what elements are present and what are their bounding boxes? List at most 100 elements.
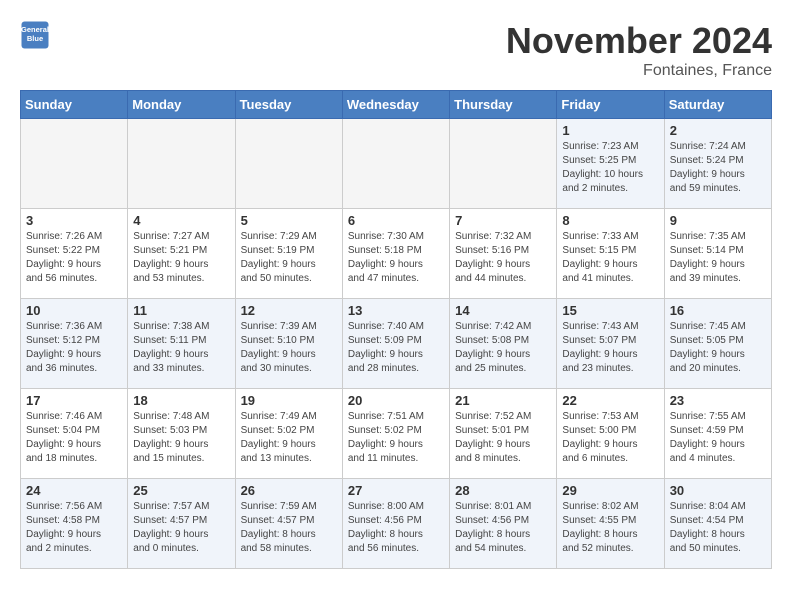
title-block: November 2024 Fontaines, France [506,20,772,80]
day-info: Sunrise: 7:29 AM Sunset: 5:19 PM Dayligh… [241,230,337,286]
day-info: Sunrise: 7:23 AM Sunset: 5:25 PM Dayligh… [562,140,658,196]
svg-text:General: General [21,25,49,34]
day-number: 29 [562,483,658,498]
calendar-cell [128,119,235,209]
logo-icon: General Blue [20,20,50,50]
day-number: 3 [26,213,122,228]
day-info: Sunrise: 7:55 AM Sunset: 4:59 PM Dayligh… [670,410,766,466]
calendar-cell: 11Sunrise: 7:38 AM Sunset: 5:11 PM Dayli… [128,299,235,389]
page-header: General Blue November 2024 Fontaines, Fr… [20,20,772,80]
calendar-cell: 10Sunrise: 7:36 AM Sunset: 5:12 PM Dayli… [21,299,128,389]
calendar-cell [450,119,557,209]
day-number: 1 [562,123,658,138]
calendar-cell: 2 Sunrise: 7:24 AM Sunset: 5:24 PM Daylig… [664,119,771,209]
day-info: Sunrise: 7:26 AM Sunset: 5:22 PM Dayligh… [26,230,122,286]
calendar-week-row: 3 Sunrise: 7:26 AM Sunset: 5:22 PM Daylig… [21,209,772,299]
day-number: 13 [348,303,444,318]
calendar-cell: 15 Sunrise: 7:43 AM Sunset: 5:07 PM Dayli… [557,299,664,389]
calendar-cell: 7 Sunrise: 7:32 AM Sunset: 5:16 PM Daylig… [450,209,557,299]
day-header: Friday [557,91,664,119]
calendar-cell: 28Sunrise: 8:01 AM Sunset: 4:56 PM Dayli… [450,479,557,569]
calendar-cell [21,119,128,209]
calendar-cell: 30Sunrise: 8:04 AM Sunset: 4:54 PM Dayli… [664,479,771,569]
day-number: 27 [348,483,444,498]
calendar-cell: 27Sunrise: 8:00 AM Sunset: 4:56 PM Dayli… [342,479,449,569]
calendar-cell: 5 Sunrise: 7:29 AM Sunset: 5:19 PM Daylig… [235,209,342,299]
day-info: Sunrise: 7:53 AM Sunset: 5:00 PM Dayligh… [562,410,658,466]
day-number: 10 [26,303,122,318]
day-info: Sunrise: 7:27 AM Sunset: 5:21 PM Dayligh… [133,230,229,286]
calendar-cell: 25 Sunrise: 7:57 AM Sunset: 4:57 PM Dayli… [128,479,235,569]
day-info: Sunrise: 7:45 AM Sunset: 5:05 PM Dayligh… [670,320,766,376]
day-number: 9 [670,213,766,228]
calendar-cell: 4 Sunrise: 7:27 AM Sunset: 5:21 PM Daylig… [128,209,235,299]
calendar-week-row: 24Sunrise: 7:56 AM Sunset: 4:58 PM Dayli… [21,479,772,569]
day-info: Sunrise: 7:56 AM Sunset: 4:58 PM Dayligh… [26,500,122,556]
day-info: Sunrise: 7:33 AM Sunset: 5:15 PM Dayligh… [562,230,658,286]
header-row: SundayMondayTuesdayWednesdayThursdayFrid… [21,91,772,119]
calendar-cell: 17 Sunrise: 7:46 AM Sunset: 5:04 PM Dayli… [21,389,128,479]
calendar-week-row: 1 Sunrise: 7:23 AM Sunset: 5:25 PM Daylig… [21,119,772,209]
day-info: Sunrise: 7:57 AM Sunset: 4:57 PM Dayligh… [133,500,229,556]
calendar-week-row: 10Sunrise: 7:36 AM Sunset: 5:12 PM Dayli… [21,299,772,389]
day-number: 6 [348,213,444,228]
day-number: 8 [562,213,658,228]
day-number: 11 [133,303,229,318]
day-header: Monday [128,91,235,119]
day-info: Sunrise: 7:52 AM Sunset: 5:01 PM Dayligh… [455,410,551,466]
day-number: 18 [133,393,229,408]
calendar-table: SundayMondayTuesdayWednesdayThursdayFrid… [20,90,772,569]
day-info: Sunrise: 7:35 AM Sunset: 5:14 PM Dayligh… [670,230,766,286]
day-number: 17 [26,393,122,408]
day-header: Sunday [21,91,128,119]
calendar-cell: 22 Sunrise: 7:53 AM Sunset: 5:00 PM Dayli… [557,389,664,479]
day-number: 12 [241,303,337,318]
calendar-cell: 8 Sunrise: 7:33 AM Sunset: 5:15 PM Daylig… [557,209,664,299]
calendar-cell [342,119,449,209]
calendar-cell: 6 Sunrise: 7:30 AM Sunset: 5:18 PM Daylig… [342,209,449,299]
calendar-cell: 24Sunrise: 7:56 AM Sunset: 4:58 PM Dayli… [21,479,128,569]
day-info: Sunrise: 7:46 AM Sunset: 5:04 PM Dayligh… [26,410,122,466]
day-number: 20 [348,393,444,408]
calendar-cell: 19Sunrise: 7:49 AM Sunset: 5:02 PM Dayli… [235,389,342,479]
day-info: Sunrise: 7:43 AM Sunset: 5:07 PM Dayligh… [562,320,658,376]
logo: General Blue [20,20,50,50]
day-info: Sunrise: 7:24 AM Sunset: 5:24 PM Dayligh… [670,140,766,196]
day-info: Sunrise: 7:42 AM Sunset: 5:08 PM Dayligh… [455,320,551,376]
location: Fontaines, France [506,62,772,80]
calendar-cell: 21 Sunrise: 7:52 AM Sunset: 5:01 PM Dayli… [450,389,557,479]
calendar-cell: 16Sunrise: 7:45 AM Sunset: 5:05 PM Dayli… [664,299,771,389]
day-number: 22 [562,393,658,408]
day-info: Sunrise: 7:49 AM Sunset: 5:02 PM Dayligh… [241,410,337,466]
day-number: 7 [455,213,551,228]
day-number: 4 [133,213,229,228]
day-info: Sunrise: 7:32 AM Sunset: 5:16 PM Dayligh… [455,230,551,286]
day-number: 21 [455,393,551,408]
calendar-cell: 1 Sunrise: 7:23 AM Sunset: 5:25 PM Daylig… [557,119,664,209]
calendar-cell: 12 Sunrise: 7:39 AM Sunset: 5:10 PM Dayli… [235,299,342,389]
day-number: 5 [241,213,337,228]
day-info: Sunrise: 7:40 AM Sunset: 5:09 PM Dayligh… [348,320,444,376]
day-info: Sunrise: 8:02 AM Sunset: 4:55 PM Dayligh… [562,500,658,556]
day-number: 15 [562,303,658,318]
calendar-cell: 9 Sunrise: 7:35 AM Sunset: 5:14 PM Daylig… [664,209,771,299]
calendar-cell [235,119,342,209]
calendar-week-row: 17 Sunrise: 7:46 AM Sunset: 5:04 PM Dayli… [21,389,772,479]
day-number: 2 [670,123,766,138]
day-header: Wednesday [342,91,449,119]
day-number: 26 [241,483,337,498]
day-info: Sunrise: 7:39 AM Sunset: 5:10 PM Dayligh… [241,320,337,376]
calendar-cell: 13 Sunrise: 7:40 AM Sunset: 5:09 PM Dayli… [342,299,449,389]
day-info: Sunrise: 7:30 AM Sunset: 5:18 PM Dayligh… [348,230,444,286]
day-info: Sunrise: 7:51 AM Sunset: 5:02 PM Dayligh… [348,410,444,466]
day-number: 25 [133,483,229,498]
day-header: Saturday [664,91,771,119]
day-info: Sunrise: 7:48 AM Sunset: 5:03 PM Dayligh… [133,410,229,466]
calendar-cell: 29 Sunrise: 8:02 AM Sunset: 4:55 PM Dayli… [557,479,664,569]
day-number: 14 [455,303,551,318]
day-info: Sunrise: 7:59 AM Sunset: 4:57 PM Dayligh… [241,500,337,556]
day-info: Sunrise: 8:04 AM Sunset: 4:54 PM Dayligh… [670,500,766,556]
calendar-cell: 18 Sunrise: 7:48 AM Sunset: 5:03 PM Dayli… [128,389,235,479]
svg-text:Blue: Blue [27,34,43,43]
day-number: 28 [455,483,551,498]
